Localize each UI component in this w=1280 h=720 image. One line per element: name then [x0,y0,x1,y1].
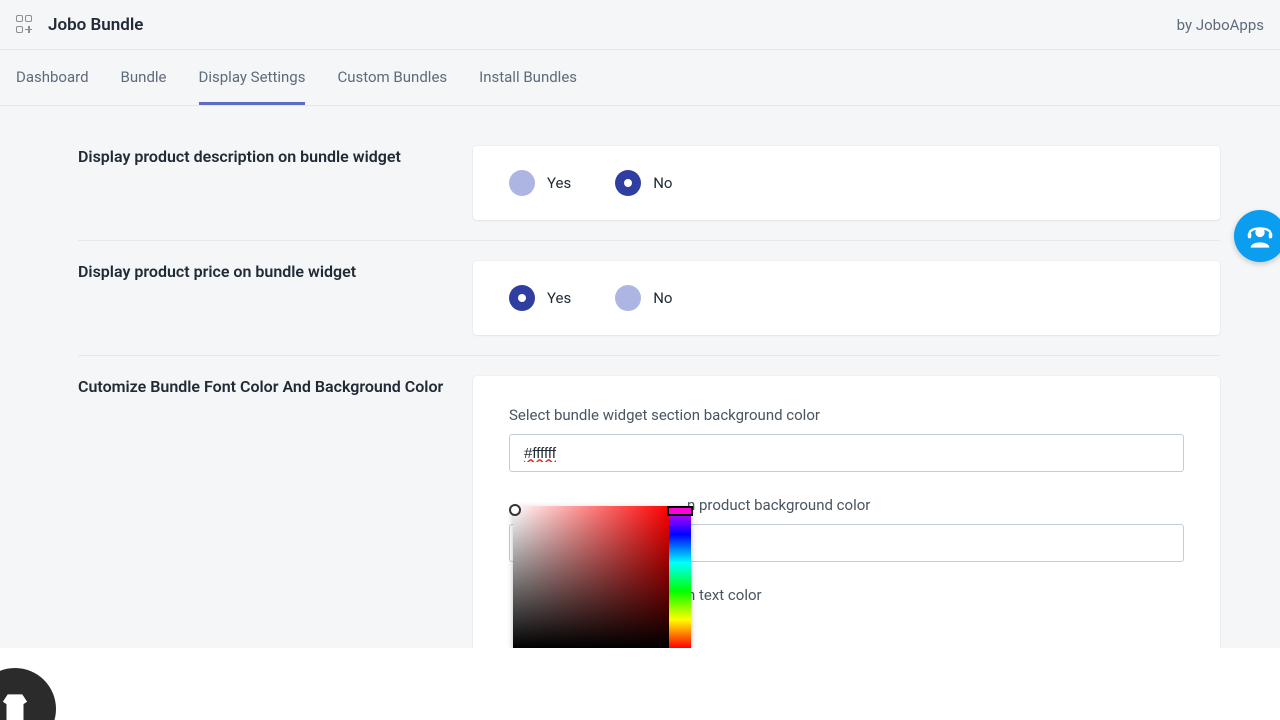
radio-desc-yes[interactable]: Yes [509,170,571,196]
bottom-whitespace [0,648,1280,720]
app-title: Jobo Bundle [48,15,143,35]
radio-dot-icon [615,285,641,311]
radio-dot-icon [509,285,535,311]
tab-display-settings[interactable]: Display Settings [199,50,306,105]
color-picker-popup[interactable] [513,506,691,648]
radio-group-price: Yes No [509,285,1184,311]
setting-label: Display product price on bundle widget [78,261,473,335]
header-left: Jobo Bundle [16,15,143,35]
app-byline: by JoboApps [1177,16,1264,34]
radio-price-yes[interactable]: Yes [509,285,571,311]
color-picker-hue-slider[interactable] [669,506,691,648]
radio-label: No [653,289,672,307]
apps-grid-icon [16,15,36,35]
radio-dot-icon [509,170,535,196]
field-label-bg: Select bundle widget section background … [509,406,1184,424]
setting-card: Yes No [473,261,1220,335]
bg-color-input[interactable] [509,434,1184,472]
color-picker-saturation-panel[interactable] [513,506,669,648]
tab-dashboard[interactable]: Dashboard [16,50,89,105]
support-agent-icon [1246,222,1274,250]
radio-group-description: Yes No [509,170,1184,196]
color-picker-sv-handle-icon[interactable] [509,504,521,516]
setting-row-description: Display product description on bundle wi… [78,126,1220,241]
radio-price-no[interactable]: No [615,285,672,311]
radio-label: Yes [547,174,571,192]
app-header: Jobo Bundle by JoboApps [0,0,1280,50]
shirt-icon [0,692,30,720]
setting-label: Cutomize Bundle Font Color And Backgroun… [78,376,473,648]
support-fab[interactable] [1234,210,1280,262]
tab-custom-bundles[interactable]: Custom Bundles [337,50,447,105]
setting-card: Yes No [473,146,1220,220]
tab-bar: Dashboard Bundle Display Settings Custom… [0,50,1280,106]
radio-label: Yes [547,289,571,307]
setting-row-price: Display product price on bundle widget Y… [78,241,1220,356]
setting-label: Display product description on bundle wi… [78,146,473,220]
radio-label: No [653,174,672,192]
radio-desc-no[interactable]: No [615,170,672,196]
tab-install-bundles[interactable]: Install Bundles [479,50,577,105]
radio-dot-icon [615,170,641,196]
tab-bundle[interactable]: Bundle [121,50,167,105]
